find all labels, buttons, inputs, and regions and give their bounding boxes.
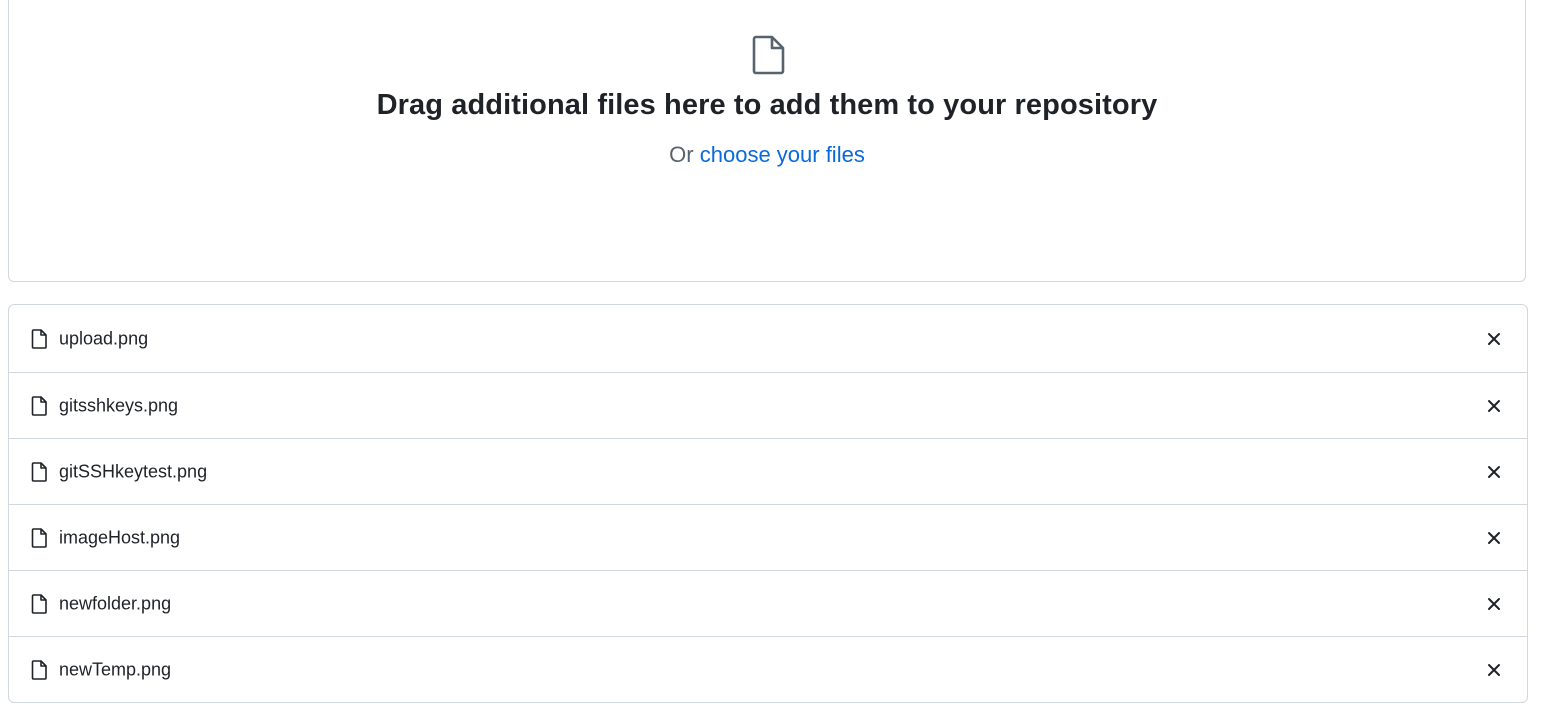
dropzone-subtext: Or choose your files <box>9 142 1525 168</box>
file-name: gitSSHkeytest.png <box>59 461 208 481</box>
file-icon <box>31 328 47 349</box>
file-name: newfolder.png <box>59 593 172 613</box>
file-name: gitsshkeys.png <box>59 395 179 415</box>
x-icon <box>1488 597 1500 610</box>
remove-file-button[interactable] <box>1483 395 1505 417</box>
file-icon <box>752 35 785 75</box>
file-icon <box>31 659 47 680</box>
remove-file-button[interactable] <box>1483 527 1505 549</box>
x-icon <box>1488 465 1500 478</box>
dropzone-prefix: Or <box>669 142 694 167</box>
file-row: newTemp.png <box>9 636 1527 702</box>
file-row: newfolder.png <box>9 570 1527 636</box>
choose-files-link[interactable]: choose your files <box>700 142 865 167</box>
file-icon <box>31 593 47 614</box>
remove-file-button[interactable] <box>1483 461 1505 483</box>
file-icon <box>31 395 47 416</box>
file-icon <box>31 527 47 548</box>
file-row: imageHost.png <box>9 504 1527 570</box>
x-icon <box>1488 332 1500 345</box>
x-icon <box>1488 531 1500 544</box>
x-icon <box>1488 399 1500 412</box>
dropzone-heading: Drag additional files here to add them t… <box>376 89 1158 121</box>
file-row: upload.png <box>9 305 1527 372</box>
remove-file-button[interactable] <box>1483 593 1505 615</box>
file-row: gitsshkeys.png <box>9 372 1527 438</box>
file-name: imageHost.png <box>59 527 181 547</box>
x-icon <box>1488 663 1500 676</box>
file-name: newTemp.png <box>59 659 172 679</box>
file-row: gitSSHkeytest.png <box>9 438 1527 504</box>
file-dropzone[interactable]: Drag additional files here to add them t… <box>8 0 1526 282</box>
file-name: upload.png <box>59 328 149 348</box>
remove-file-button[interactable] <box>1483 328 1505 350</box>
file-list: upload.png gitsshkeys.png gitSSHkeytest.… <box>8 304 1528 703</box>
file-icon <box>31 461 47 482</box>
remove-file-button[interactable] <box>1483 659 1505 681</box>
